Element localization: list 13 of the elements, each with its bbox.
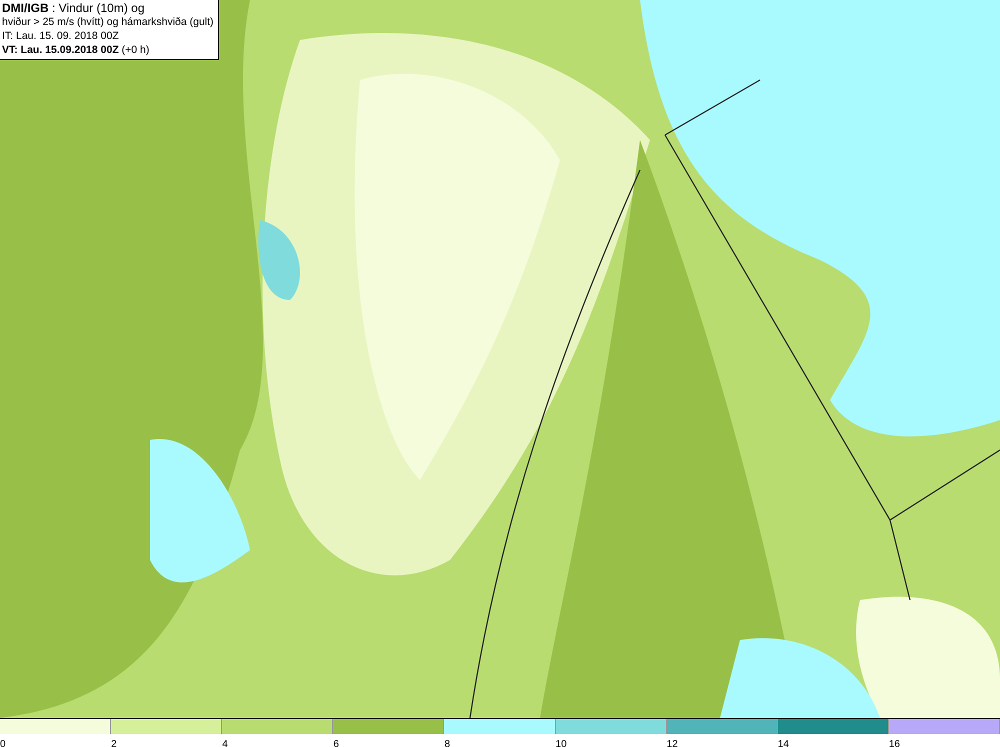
legend-label: 2 [111,739,117,747]
legend-label: 12 [666,739,678,747]
caption-line: VT: Lau. 15.09.2018 00Z (+0 h) [2,43,150,57]
legend-label: 4 [222,739,228,747]
legend-label: 0 [0,739,6,747]
caption-line: IT: Lau. 15. 09. 2018 00Z [2,29,120,43]
legend-label: 14 [778,739,789,747]
legend-label: 16 [888,739,900,747]
legend-label: 8 [444,739,450,747]
caption-line: DMI/IGB : Vindur (10m) og [2,1,146,15]
legend-label: 10 [556,739,567,747]
caption-line: hviður > 25 m/s (hvítt) og hámarkshviða (gult) [2,15,214,29]
legend-label: 6 [333,739,339,747]
